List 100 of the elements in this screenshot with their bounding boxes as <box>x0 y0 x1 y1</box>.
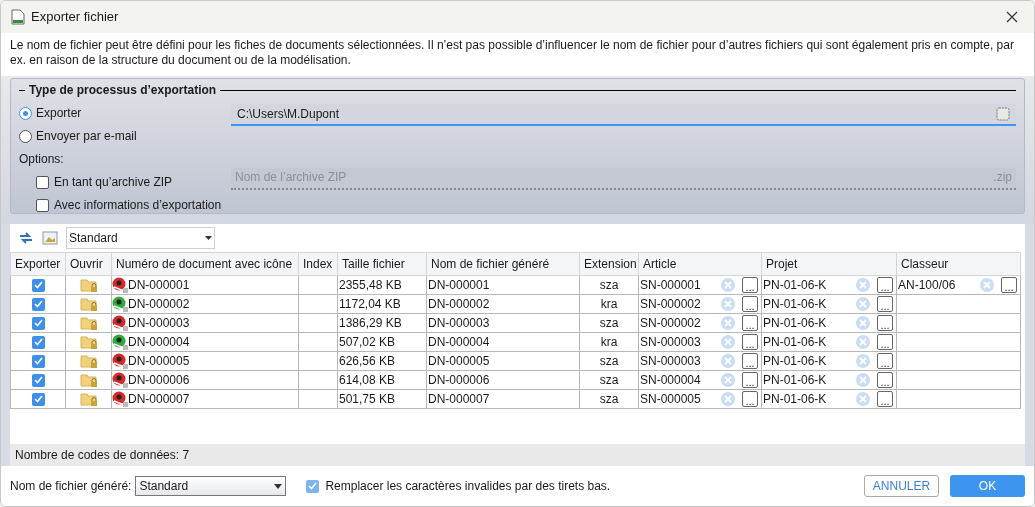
checkbox[interactable] <box>31 278 45 292</box>
clear-icon[interactable] <box>855 353 871 369</box>
browse-button[interactable]: ... <box>1001 277 1017 293</box>
checkbox[interactable] <box>31 316 45 330</box>
column-header[interactable]: Index <box>298 252 338 276</box>
radio-button[interactable] <box>19 129 32 143</box>
browse-button[interactable]: ... <box>877 353 893 369</box>
table-cell-text: SN-000002 <box>640 296 702 313</box>
clear-icon[interactable] <box>720 334 736 350</box>
locked-folder-icon[interactable] <box>79 372 98 388</box>
zip-suffix: .zip <box>993 169 1012 186</box>
browse-button[interactable]: ... <box>877 315 893 331</box>
locked-folder-icon[interactable] <box>79 334 98 350</box>
filename-label: Nom de fichier généré: <box>10 478 132 495</box>
locked-folder-icon[interactable] <box>79 277 98 293</box>
checkbox[interactable] <box>36 175 49 189</box>
clear-icon[interactable] <box>855 315 871 331</box>
view-dropdown[interactable]: Standard <box>66 227 215 249</box>
clear-icon[interactable] <box>720 315 736 331</box>
table-cell: 614,08 KB <box>337 370 427 390</box>
table-cell: DN-000005 <box>426 351 580 371</box>
browse-button[interactable]: ... <box>877 372 893 388</box>
column-header[interactable]: Article <box>638 252 762 276</box>
clear-icon[interactable] <box>720 277 736 293</box>
clear-icon[interactable] <box>855 372 871 388</box>
clear-icon[interactable] <box>720 391 736 407</box>
table-cell: 2355,48 KB <box>337 275 427 295</box>
checkbox[interactable] <box>36 198 49 212</box>
table-cell: kra <box>579 332 639 352</box>
radio-label[interactable]: Exporter <box>36 104 82 122</box>
browse-button[interactable]: ... <box>877 391 893 407</box>
cancel-button[interactable]: ANNULER <box>864 475 939 497</box>
column-header[interactable]: Projet <box>761 252 897 276</box>
checkbox[interactable] <box>306 479 320 493</box>
table-cell: DN-000001 <box>426 275 580 295</box>
table-cell: sza <box>579 370 639 390</box>
column-header[interactable]: Nom de fichier généré <box>426 252 580 276</box>
browse-button[interactable]: ... <box>742 372 758 388</box>
clear-icon[interactable] <box>720 372 736 388</box>
radio-label[interactable]: Envoyer par e-mail <box>36 127 137 145</box>
option-label[interactable]: En tant qu’archive ZIP <box>54 173 173 191</box>
table-cell: 507,02 KB <box>337 332 427 352</box>
browse-icon[interactable] <box>996 107 1010 121</box>
options-label: Options: <box>19 151 65 168</box>
browse-button[interactable]: ... <box>742 315 758 331</box>
checkbox[interactable] <box>31 392 45 406</box>
clear-icon[interactable] <box>979 277 995 293</box>
table-cell: 1386,29 KB <box>337 313 427 333</box>
document-icon <box>11 9 25 25</box>
table-cell: sza <box>579 389 639 409</box>
clear-icon[interactable] <box>855 277 871 293</box>
browse-button[interactable]: ... <box>877 334 893 350</box>
checkbox[interactable] <box>31 354 45 368</box>
radio-button[interactable] <box>19 106 32 120</box>
caret-icon <box>205 236 212 240</box>
browse-button[interactable]: ... <box>742 296 758 312</box>
column-header[interactable]: Classeur <box>896 252 1021 276</box>
table-cell-text: SN-000002 <box>640 315 702 332</box>
table-cell: DN-000007 <box>426 389 580 409</box>
option-label[interactable]: Avec informations d’exportation <box>54 196 222 214</box>
path-field[interactable]: C:\Users\M.Dupont <box>231 104 1016 126</box>
dropdown-value: Standard <box>139 478 189 495</box>
browse-button[interactable]: ... <box>742 334 758 350</box>
locked-folder-icon[interactable] <box>79 315 98 331</box>
checkbox[interactable] <box>31 373 45 387</box>
column-header[interactable]: Extension <box>579 252 639 276</box>
filename-dropdown[interactable]: Standard <box>135 476 287 496</box>
column-header[interactable]: Numéro de document avec icône <box>111 252 299 276</box>
column-header[interactable]: Ouvrir <box>65 252 112 276</box>
clear-icon[interactable] <box>855 391 871 407</box>
clear-icon[interactable] <box>855 334 871 350</box>
column-header[interactable]: Taille fichier <box>337 252 427 276</box>
browse-button[interactable]: ... <box>877 296 893 312</box>
browse-button[interactable]: ... <box>877 277 893 293</box>
checkbox[interactable] <box>31 335 45 349</box>
column-header[interactable]: Exporter <box>10 252 66 276</box>
clear-icon[interactable] <box>720 353 736 369</box>
clear-icon[interactable] <box>855 296 871 312</box>
table-cell: 501,75 KB <box>337 389 427 409</box>
caret-icon <box>274 483 283 489</box>
image-icon[interactable] <box>42 231 58 245</box>
locked-folder-icon[interactable] <box>79 353 98 369</box>
browse-button[interactable]: ... <box>742 277 758 293</box>
group-legend: Type de processus d’exportation <box>29 81 217 99</box>
table-cell: kra <box>579 294 639 314</box>
locked-folder-icon[interactable] <box>79 391 98 407</box>
close-icon[interactable] <box>1006 11 1018 23</box>
table-cell: DN-000003 <box>426 313 580 333</box>
browse-button[interactable]: ... <box>742 353 758 369</box>
table-cell-text: DN-000004 <box>128 334 190 351</box>
replace-label: Remplacer les caractères invalides par des tirets bas. <box>325 478 611 495</box>
locked-folder-icon[interactable] <box>79 296 98 312</box>
table-cell: DN-000002 <box>426 294 580 314</box>
clear-icon[interactable] <box>720 296 736 312</box>
table-cell-text: DN-000005 <box>128 353 190 370</box>
browse-button[interactable]: ... <box>742 391 758 407</box>
checkbox[interactable] <box>31 297 45 311</box>
table-cell-text: PN-01-06-K <box>763 315 828 332</box>
refresh-icon[interactable] <box>18 231 34 245</box>
table-cell-text: PN-01-06-K <box>763 296 828 313</box>
